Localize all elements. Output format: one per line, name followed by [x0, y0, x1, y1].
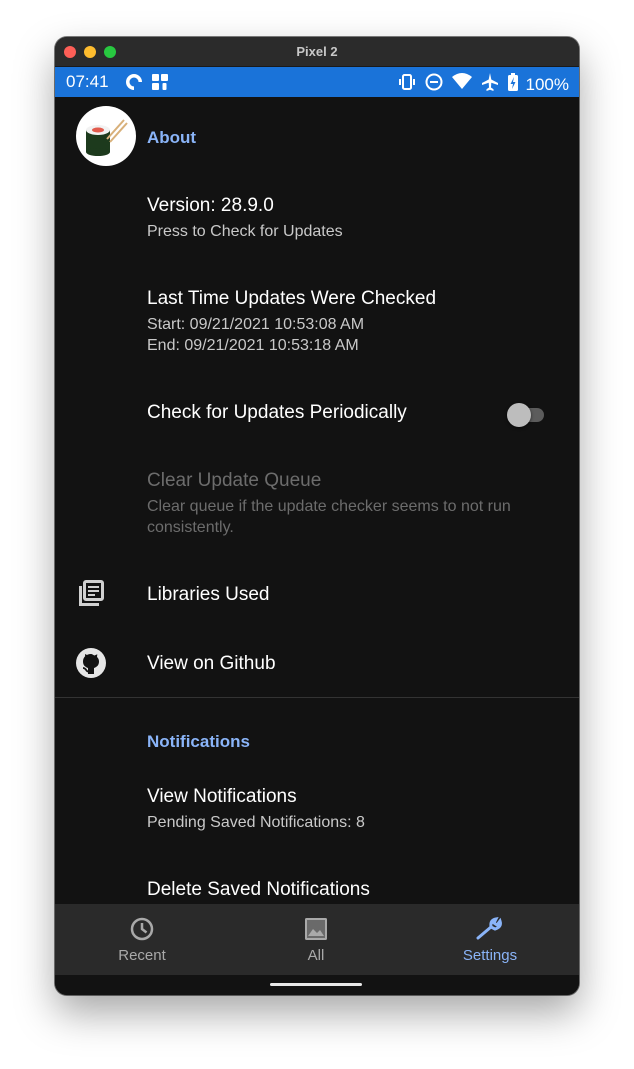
- nav-all[interactable]: All: [229, 904, 403, 975]
- delete-notifications-title: Delete Saved Notifications: [147, 879, 370, 900]
- emulator-window: Pixel 2 07:41 100% About Version: 28.9.0…: [55, 37, 579, 995]
- view-github-title: View on Github: [147, 653, 276, 674]
- notifications-category-header: Notifications: [147, 732, 250, 751]
- clear-queue-preference: Clear Update Queue Clear queue if the up…: [147, 470, 559, 538]
- battery-charging-icon: [507, 72, 519, 97]
- libraries-used-title: Libraries Used: [147, 584, 270, 605]
- view-github-preference[interactable]: View on Github: [147, 653, 559, 675]
- nav-settings-label: Settings: [462, 947, 518, 964]
- nav-recent[interactable]: Recent: [55, 904, 229, 975]
- nav-settings[interactable]: Settings: [403, 904, 577, 975]
- settings-list[interactable]: About Version: 28.9.0 Press to Check for…: [55, 97, 579, 904]
- switch-thumb: [507, 403, 531, 427]
- view-notifications-summary: Pending Saved Notifications: 8: [147, 814, 365, 831]
- view-notifications-preference[interactable]: View Notifications Pending Saved Notific…: [147, 786, 559, 833]
- nav-all-label: All: [307, 947, 325, 964]
- wrench-icon: [475, 916, 505, 942]
- app-logo: [76, 106, 136, 166]
- image-icon: [303, 916, 329, 942]
- vibrate-icon: [397, 72, 417, 97]
- libraries-used-preference[interactable]: Libraries Used: [147, 584, 559, 606]
- last-check-end: End: 09/21/2021 10:53:18 AM: [147, 337, 359, 354]
- window-titlebar: Pixel 2: [55, 37, 579, 67]
- version-summary: Press to Check for Updates: [147, 223, 343, 240]
- library-books-icon: [77, 580, 105, 613]
- pocket-casts-icon: [124, 72, 144, 97]
- version-preference[interactable]: Version: 28.9.0 Press to Check for Updat…: [147, 195, 559, 242]
- do-not-disturb-icon: [424, 72, 444, 97]
- last-check-preference[interactable]: Last Time Updates Were Checked Start: 09…: [147, 288, 559, 356]
- view-notifications-title: View Notifications: [147, 786, 297, 807]
- window-title: Pixel 2: [296, 44, 338, 59]
- delete-notifications-preference[interactable]: Delete Saved Notifications: [147, 879, 559, 901]
- wifi-icon: [451, 72, 473, 97]
- periodic-updates-switch[interactable]: [507, 403, 544, 427]
- nav-recent-label: Recent: [118, 947, 166, 964]
- home-gesture-handle[interactable]: [270, 983, 362, 986]
- status-time: 07:41: [66, 72, 109, 91]
- last-check-title: Last Time Updates Were Checked: [147, 288, 437, 309]
- bottom-navigation: Recent All Settings: [55, 904, 579, 975]
- periodic-updates-preference[interactable]: Check for Updates Periodically: [147, 402, 489, 424]
- periodic-updates-title: Check for Updates Periodically: [147, 402, 407, 423]
- clock-icon: [129, 916, 155, 942]
- status-bar: 07:41 100%: [55, 67, 579, 97]
- version-title: Version: 28.9.0: [147, 195, 274, 216]
- about-category-header: About: [147, 128, 197, 147]
- github-icon: [75, 647, 107, 684]
- clear-queue-title: Clear Update Queue: [147, 470, 322, 491]
- gesture-bar-area: [55, 975, 579, 995]
- airplane-icon: [480, 72, 500, 97]
- app-grid-icon: [150, 72, 170, 97]
- battery-percent: 100%: [525, 74, 569, 94]
- last-check-start: Start: 09/21/2021 10:53:08 AM: [147, 316, 365, 333]
- clear-queue-summary: Clear queue if the update checker seems …: [147, 498, 511, 536]
- section-divider: [55, 697, 579, 698]
